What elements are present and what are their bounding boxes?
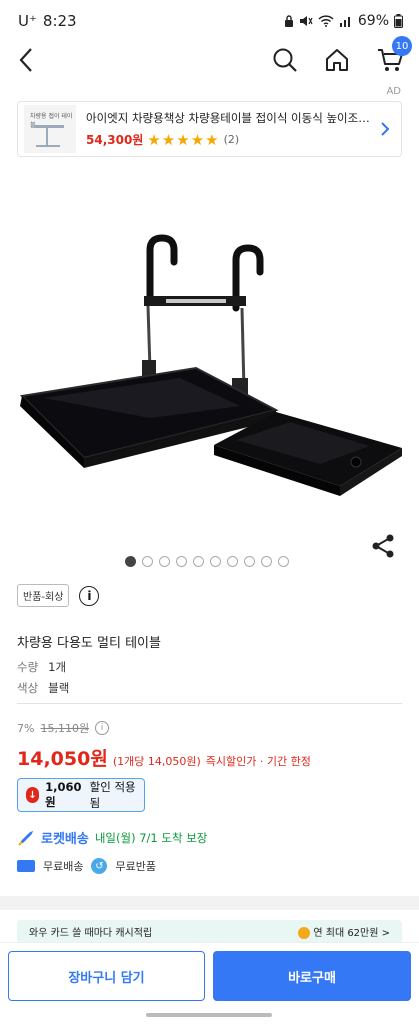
search-icon (273, 48, 297, 72)
chevron-right-icon (381, 122, 390, 136)
share-button[interactable] (369, 532, 397, 560)
ad-price: 54,300원 (86, 133, 144, 147)
discount-suffix: 할인 적용됨 (89, 780, 136, 810)
lock-icon (284, 15, 293, 27)
ad-label: AD (386, 86, 401, 97)
card-promo-left: 와우 카드 쓸 때마다 캐시적립 (29, 927, 153, 939)
rocket-delivery-label: 로켓배송 (41, 832, 89, 847)
deal-note: 즉시할인가 · 기간 한정 (205, 755, 311, 768)
original-price-row: 7% 15,110원 i (17, 720, 110, 736)
gallery-dot[interactable] (210, 556, 221, 567)
back-button[interactable] (8, 42, 44, 78)
status-right: 69% (284, 13, 403, 29)
card-promo-right-wrap: 연 최대 62만원 > (298, 924, 390, 939)
home-icon (326, 49, 348, 71)
ad-review-count: (2) (223, 133, 240, 146)
product-title: 차량용 다용도 멀티 테이블 (17, 636, 161, 651)
gallery-dot[interactable] (261, 556, 272, 567)
option-color-value: 블랙 (48, 681, 70, 695)
chevron-left-icon (19, 48, 32, 72)
battery-icon (394, 14, 403, 28)
card-promo-banner[interactable]: 와우 카드 쓸 때마다 캐시적립 연 최대 62만원 > (17, 920, 402, 942)
home-button[interactable] (319, 42, 355, 78)
discount-amount: 1,060원 (45, 780, 82, 809)
ad-text: 아이엣지 차량용책상 차량용테이블 접이식 이동식 높이조절 각도조... 54… (86, 110, 375, 149)
gallery-dot[interactable] (244, 556, 255, 567)
return-row: 반품-회상 i (17, 584, 100, 607)
product-image[interactable] (0, 200, 419, 540)
top-nav: 10 (0, 36, 419, 80)
rocket-icon (18, 830, 33, 846)
free-shipping: 무료배송 (43, 860, 84, 873)
rocket-delivery-row: 로켓배송 내일(월) 7/1 도착 보장 (17, 828, 207, 847)
truck-icon (17, 860, 35, 872)
buy-now-button[interactable]: 바로구매 (213, 951, 411, 1001)
coin-icon (298, 926, 311, 939)
gallery-dot[interactable] (227, 556, 238, 567)
ad-thumbnail-base (36, 145, 60, 147)
unit-price: (1개당 14,050원) (112, 755, 201, 768)
info-icon[interactable]: i (79, 585, 100, 606)
option-color: 색상 블랙 (17, 680, 69, 696)
original-price: 15,110원 (40, 722, 90, 735)
signal-icon (339, 17, 350, 27)
option-quantity-key: 수량 (17, 660, 39, 674)
clock: 8:23 (42, 12, 77, 30)
status-left: U⁺ 8:23 (18, 12, 77, 30)
ad-title: 아이엣지 차량용책상 차량용테이블 접이식 이동식 높이조절 각도조... (86, 110, 371, 125)
wifi-icon (318, 15, 334, 27)
gallery-dot[interactable] (125, 556, 136, 567)
down-arrow-icon: ↓ (26, 787, 40, 803)
return-icon: ↺ (91, 858, 108, 874)
mute-icon (299, 16, 313, 26)
option-quantity-value: 1개 (48, 660, 67, 674)
price-row: 14,050원 (1개당 14,050원) 즉시할인가 · 기간 한정 (17, 744, 311, 771)
ad-meta: 54,300원 ★★★★★ (2) (86, 131, 375, 149)
gallery-dot[interactable] (176, 556, 187, 567)
card-promo-right: 연 최대 62만원 > (313, 927, 390, 939)
ad-thumbnail-desk (34, 125, 64, 128)
ad-thumbnail: 차량용 접이 테이블 (24, 105, 76, 153)
add-to-cart-button[interactable]: 장바구니 담기 (8, 951, 205, 1001)
delivery-eta: 내일(월) 7/1 도착 보장 (94, 830, 208, 845)
ad-arrow (375, 121, 395, 137)
gallery-dot[interactable] (193, 556, 204, 567)
share-icon (372, 534, 394, 558)
discount-applied-badge: ↓ 1,060원 할인 적용됨 (17, 778, 145, 812)
home-indicator (146, 1013, 272, 1017)
option-quantity: 수량 1개 (17, 659, 66, 675)
status-bar: U⁺ 8:23 69% (0, 0, 419, 42)
ad-thumbnail-leg (46, 128, 48, 146)
section-gap (0, 896, 419, 910)
free-return: 무료반품 (115, 860, 156, 873)
gallery-pagination[interactable] (125, 556, 289, 567)
cart-count-badge: 10 (392, 36, 412, 56)
return-badge: 반품-회상 (17, 584, 70, 607)
divider (17, 703, 402, 704)
discount-rate: 7% (17, 721, 35, 735)
battery-percent: 69% (357, 13, 389, 29)
ad-rating-stars: ★★★★★ (147, 130, 220, 149)
option-color-key: 색상 (17, 681, 39, 695)
sale-price: 14,050원 (17, 748, 108, 770)
price-info-icon[interactable]: i (95, 721, 110, 735)
ad-banner[interactable]: 차량용 접이 테이블 아이엣지 차량용책상 차량용테이블 접이식 이동식 높이조… (17, 101, 402, 157)
carrier-label: U⁺ (18, 12, 37, 30)
gallery-dot[interactable] (278, 556, 289, 567)
cart-button[interactable]: 10 (372, 36, 412, 78)
gallery-dot[interactable] (159, 556, 170, 567)
bottom-action-bar: 장바구니 담기 바로구매 (0, 942, 419, 1012)
gallery-dot[interactable] (142, 556, 153, 567)
free-shipping-row: 무료배송 ↺ 무료반품 (17, 858, 156, 874)
search-button[interactable] (267, 42, 303, 78)
